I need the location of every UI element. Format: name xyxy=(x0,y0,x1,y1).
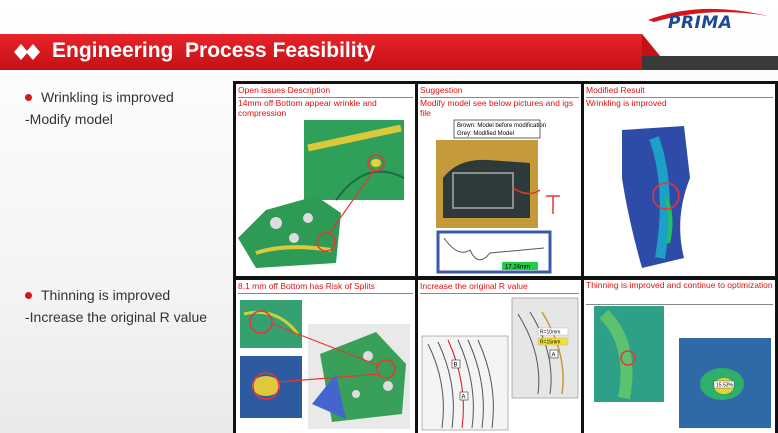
r-before-label: R=10mm xyxy=(540,330,560,336)
cell-text: 14mm off Bottom appear wrinkle and compr… xyxy=(238,98,377,118)
bullet-thinning: Thinning is improved xyxy=(25,287,170,303)
cell-open-issue-1: Open issues Description 14mm off Bottom … xyxy=(236,84,415,276)
bullet-label: Thinning is improved xyxy=(41,287,171,303)
cell-suggestion-1: Suggestion Modify model see below pictur… xyxy=(418,84,581,276)
cell-suggestion-2: Increase the original R value B A R=10mm… xyxy=(418,280,581,433)
cell-result-1: Modified Result Wrinkling is improved xyxy=(584,84,775,276)
bullet-label: Wrinkling is improved xyxy=(41,89,174,105)
thinning-result-image: 15.53% xyxy=(594,306,771,428)
section-label-a2: A xyxy=(552,353,556,359)
wrinkle-result-image xyxy=(622,126,690,268)
prima-logo: PRIMA xyxy=(640,4,775,36)
model-comparison-image: Brown: Model before modification Grey: M… xyxy=(436,119,560,274)
cell-header: 8.1 mm off Bottom has Risk of Splits xyxy=(238,280,413,294)
r-after-label: R=15mm xyxy=(540,340,560,346)
cell-header: Increase the original R value xyxy=(420,280,579,294)
page-title: Engineering Process Feasibility xyxy=(52,39,376,62)
logo-text: PRIMA xyxy=(668,13,733,33)
bullet-sub-increase: -Increase the original R value xyxy=(25,309,208,325)
split-risk-image xyxy=(240,300,410,429)
cell-header: Thinning is improved and continue to opt… xyxy=(586,280,773,305)
bullet-wrinkling: Wrinkling is improved xyxy=(25,89,174,105)
feasibility-table: Open issues Description 14mm off Bottom … xyxy=(233,81,778,433)
wrinkle-part-image xyxy=(238,120,405,268)
thinning-value-label: 15.53% xyxy=(716,383,734,389)
measure-label: 17.24mm xyxy=(505,265,530,271)
section-label-a1: A xyxy=(462,395,466,401)
cell-result-2: Thinning is improved and continue to opt… xyxy=(584,280,775,433)
cell-header: Open issues Description xyxy=(238,84,413,98)
bullet-dot-icon xyxy=(25,291,32,299)
cell-text: Modify model see below pictures and igs … xyxy=(420,98,574,118)
cell-header: Modified Result xyxy=(586,84,773,98)
title-bar-tail xyxy=(642,34,778,70)
section-label-b: B xyxy=(454,363,458,369)
legend-grey: Grey: Modified Model xyxy=(457,131,514,137)
title-bar: Engineering Process Feasibility xyxy=(0,34,642,70)
r-value-image: B A R=10mm R=15mm A xyxy=(421,297,579,431)
bullet-sub-modify: -Modify model xyxy=(25,111,113,127)
legend-brown: Brown: Model before modification xyxy=(457,123,546,129)
bullet-dot-icon xyxy=(25,93,32,101)
diamond-bullets-icon xyxy=(14,44,40,60)
cell-text: Wrinkling is improved xyxy=(586,98,667,108)
cell-open-issue-2: 8.1 mm off Bottom has Risk of Splits xyxy=(236,280,415,433)
cell-header: Suggestion xyxy=(420,84,579,98)
